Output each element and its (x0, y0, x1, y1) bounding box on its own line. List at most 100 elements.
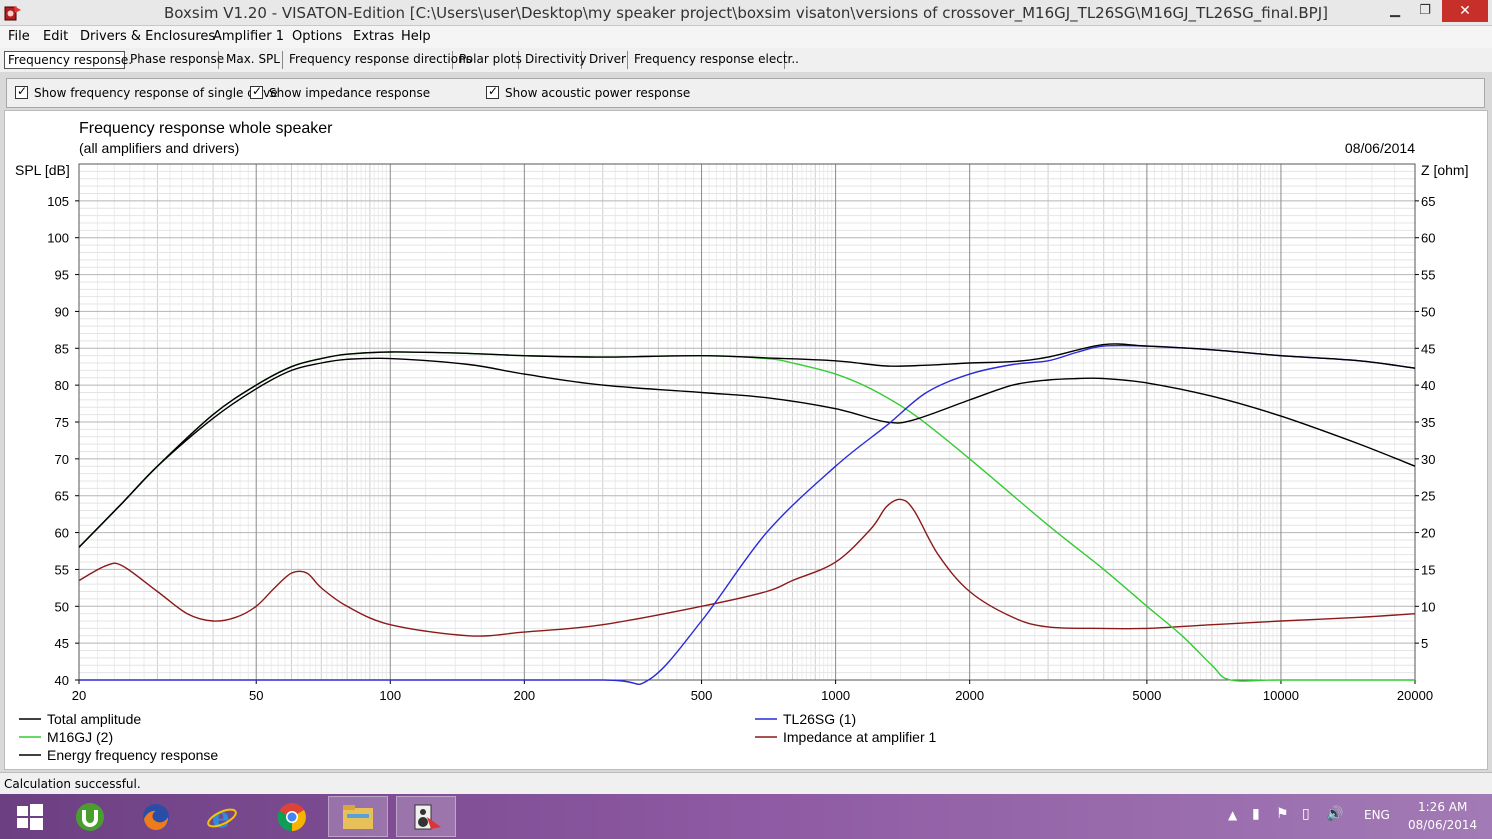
legend-total-amplitude-label: Total amplitude (47, 711, 141, 727)
chart-subtitle: (all amplifiers and drivers) (79, 140, 239, 156)
y-tick-label: 65 (55, 489, 69, 504)
legend-m16gj-label: M16GJ (2) (47, 729, 113, 745)
y-tick-label: 85 (55, 341, 69, 356)
system-tray: ▲ ▮ ⚑ ▯ 🔊 ENG 1:26 AM 08/06/2014 (1220, 794, 1492, 839)
volume-icon[interactable]: 🔊 (1326, 806, 1343, 822)
y2-tick-label: 5 (1421, 636, 1428, 651)
tab-polar-plots[interactable]: Polar plots (456, 51, 522, 69)
series-m16gj-line (78, 351, 1415, 682)
svg-text:e: e (212, 801, 230, 833)
language-indicator[interactable]: ENG (1364, 808, 1390, 822)
tab-directivity[interactable]: Directivity (522, 51, 587, 69)
menu-file[interactable]: File (8, 29, 30, 44)
y2-axis-label: Z [ohm] (1421, 162, 1468, 178)
y2-tick-label: 15 (1421, 562, 1435, 577)
x-tick-label: 200 (513, 688, 535, 703)
clock-date[interactable]: 08/06/2014 (1408, 818, 1477, 832)
y2-tick-label: 45 (1421, 341, 1435, 356)
x-tick-label: 1000 (821, 688, 850, 703)
x-tick-label: 500 (691, 688, 713, 703)
series-impedance-line (78, 498, 1416, 637)
menu-options[interactable]: Options (292, 29, 342, 44)
menu-help[interactable]: Help (401, 29, 431, 44)
y-tick-label: 55 (55, 562, 69, 577)
y2-tick-label: 60 (1421, 231, 1435, 246)
chrome-icon[interactable] (262, 796, 322, 837)
battery-icon[interactable]: ▯ (1302, 806, 1310, 822)
windows-start-icon[interactable] (0, 796, 60, 837)
menu-amplifier-1[interactable]: Amplifier 1 (213, 29, 284, 44)
action-center-flag-icon[interactable]: ⚑ (1276, 806, 1289, 822)
boxsim-window: Boxsim V1.20 - VISATON-Edition [C:\Users… (0, 0, 1492, 839)
file-explorer-icon[interactable] (328, 796, 388, 837)
series-total-amplitude-line (78, 343, 1416, 548)
frequency-response-chart: 40 45 50 55 60 65 70 75 80 85 90 95 100 105 5 10 15 20 25 3… (4, 110, 1488, 770)
legend-impedance-label: Impedance at amplifier 1 (783, 729, 937, 745)
y2-tick-label: 10 (1421, 599, 1435, 614)
tab-max-spl[interactable]: Max. SPL (223, 51, 283, 69)
tab-driver[interactable]: Driver (586, 51, 628, 69)
y-tick-label: 90 (55, 304, 69, 319)
y2-tick-label: 25 (1421, 489, 1435, 504)
chart-date: 08/06/2014 (1345, 140, 1415, 156)
x-tick-label: 20000 (1397, 688, 1433, 703)
y-tick-label: 45 (55, 636, 69, 651)
chart-canvas: 40 45 50 55 60 65 70 75 80 85 90 95 100 105 5 10 15 20 25 3… (15, 120, 1468, 763)
y2-tick-label: 65 (1421, 194, 1435, 209)
y-tick-label: 40 (55, 673, 69, 688)
chart-title: Frequency response whole speaker (79, 120, 333, 137)
single-drive-label: Show frequency response of single drive (34, 86, 278, 100)
y-tick-label: 95 (55, 268, 69, 283)
firefox-icon[interactable] (126, 796, 186, 837)
y-tick-label: 50 (55, 599, 69, 614)
tab-frequency-response-directions[interactable]: Frequency response directions (286, 51, 472, 69)
minimize-button[interactable]: ▁ (1380, 0, 1410, 22)
legend-energy-frequency-label: Energy frequency response (47, 747, 218, 763)
status-text: Calculation successful. (4, 777, 141, 791)
show-hidden-icons-icon[interactable]: ▲ (1228, 808, 1237, 822)
x-tick-label: 10000 (1263, 688, 1299, 703)
x-tick-label: 20 (72, 688, 86, 703)
close-button[interactable]: ✕ (1442, 0, 1488, 22)
y2-tick-label: 55 (1421, 268, 1435, 283)
acoustic-power-checkbox[interactable] (486, 84, 499, 99)
y-tick-label: 70 (55, 452, 69, 467)
impedance-label: Show impedance response (269, 86, 431, 100)
tab-bar: Frequency response. Phase response Max. … (0, 48, 1492, 72)
windows-taskbar: e ▲ ▮ ⚑ ▯ 🔊 ENG 1:26 AM 08/06/2014 (0, 794, 1492, 839)
series-energy-frequency-line (78, 357, 1416, 548)
menu-drivers-enclosures[interactable]: Drivers & Enclosures (80, 29, 215, 44)
tab-frequency-response[interactable]: Frequency response. (4, 51, 132, 69)
y-tick-label: 105 (47, 194, 69, 209)
x-tick-label: 100 (379, 688, 401, 703)
acoustic-power-label: Show acoustic power response (505, 86, 691, 100)
single-drive-checkbox[interactable] (15, 84, 28, 99)
y-tick-label: 75 (55, 415, 69, 430)
boxsim-icon[interactable] (396, 796, 456, 837)
y-tick-label: 100 (47, 231, 69, 246)
y-tick-label: 60 (55, 526, 69, 541)
tab-frequency-response-electrical[interactable]: Frequency response electr.. (631, 51, 799, 69)
title-bar: Boxsim V1.20 - VISATON-Edition [C:\Users… (0, 0, 1492, 26)
restore-button[interactable]: ❐ (1410, 0, 1440, 22)
y2-tick-label: 50 (1421, 304, 1435, 319)
x-tick-label: 2000 (955, 688, 984, 703)
x-tick-label: 5000 (1132, 688, 1161, 703)
acoustic-power-option[interactable]: Show acoustic power response (486, 84, 691, 100)
utorrent-icon[interactable] (60, 796, 120, 837)
y-axis-label: SPL [dB] (15, 162, 70, 178)
menu-bar: File Edit Drivers & Enclosures Amplifier… (0, 26, 1492, 48)
impedance-checkbox[interactable] (250, 84, 263, 99)
menu-extras[interactable]: Extras (353, 29, 394, 44)
tab-phase-response[interactable]: Phase response (127, 51, 224, 69)
window-title: Boxsim V1.20 - VISATON-Edition [C:\Users… (164, 4, 1328, 22)
menu-edit[interactable]: Edit (43, 29, 68, 44)
network-signal-icon[interactable]: ▮ (1252, 806, 1260, 822)
y2-tick-label: 30 (1421, 452, 1435, 467)
status-bar: Calculation successful. (0, 772, 1492, 794)
internet-explorer-icon[interactable]: e (192, 796, 252, 837)
impedance-option[interactable]: Show impedance response (250, 84, 431, 100)
y2-tick-label: 20 (1421, 526, 1435, 541)
clock-time[interactable]: 1:26 AM (1418, 800, 1467, 814)
single-drive-option[interactable]: Show frequency response of single drive (15, 84, 278, 100)
